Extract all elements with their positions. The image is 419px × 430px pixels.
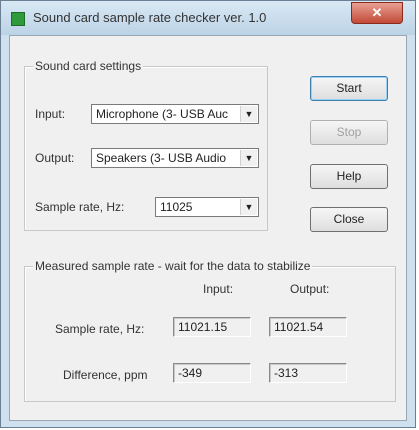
chevron-down-icon[interactable]: ▼ — [240, 199, 257, 215]
difference-input-value: -349 — [173, 363, 251, 383]
difference-output-value: -313 — [269, 363, 347, 383]
sample-rate-value: 11025 — [160, 200, 193, 214]
output-device-value: Speakers (3- USB Audio — [96, 151, 227, 165]
measured-sample-rate-label: Measured sample rate - wait for the data… — [33, 259, 313, 273]
dialog-client-area: Sound card settings Input: Microphone (3… — [9, 35, 407, 421]
difference-label: Difference, ppm — [63, 368, 148, 382]
measured-sample-rate-group: Measured sample rate - wait for the data… — [24, 259, 396, 402]
measured-rate-label: Sample rate, Hz: — [55, 322, 145, 336]
close-button[interactable]: Close — [310, 207, 388, 232]
input-column-header: Input: — [203, 282, 234, 296]
window-title: Sound card sample rate checker ver. 1.0 — [33, 10, 267, 25]
input-label: Input: — [35, 107, 66, 121]
output-column-header: Output: — [290, 282, 330, 296]
output-device-select[interactable]: Speakers (3- USB Audio ▼ — [91, 148, 259, 168]
window-close-button[interactable]: ✕ — [351, 2, 403, 24]
chevron-down-icon[interactable]: ▼ — [240, 106, 257, 122]
title-bar[interactable]: Sound card sample rate checker ver. 1.0 … — [1, 1, 415, 35]
app-icon — [11, 12, 25, 26]
sound-card-settings-label: Sound card settings — [33, 59, 144, 73]
chevron-down-icon[interactable]: ▼ — [240, 150, 257, 166]
help-button[interactable]: Help — [310, 164, 388, 189]
start-button[interactable]: Start — [310, 76, 388, 101]
measured-input-rate: 11021.15 — [173, 317, 251, 337]
measured-output-rate: 11021.54 — [269, 317, 347, 337]
output-label: Output: — [35, 151, 75, 165]
stop-button[interactable]: Stop — [310, 120, 388, 145]
sample-rate-select[interactable]: 11025 ▼ — [155, 197, 259, 217]
input-device-select[interactable]: Microphone (3- USB Auc ▼ — [91, 104, 259, 124]
sample-rate-label: Sample rate, Hz: — [35, 200, 125, 214]
app-window: Sound card sample rate checker ver. 1.0 … — [0, 0, 416, 428]
sound-card-settings-group: Sound card settings Input: Microphone (3… — [24, 59, 268, 231]
input-device-value: Microphone (3- USB Auc — [96, 107, 229, 121]
